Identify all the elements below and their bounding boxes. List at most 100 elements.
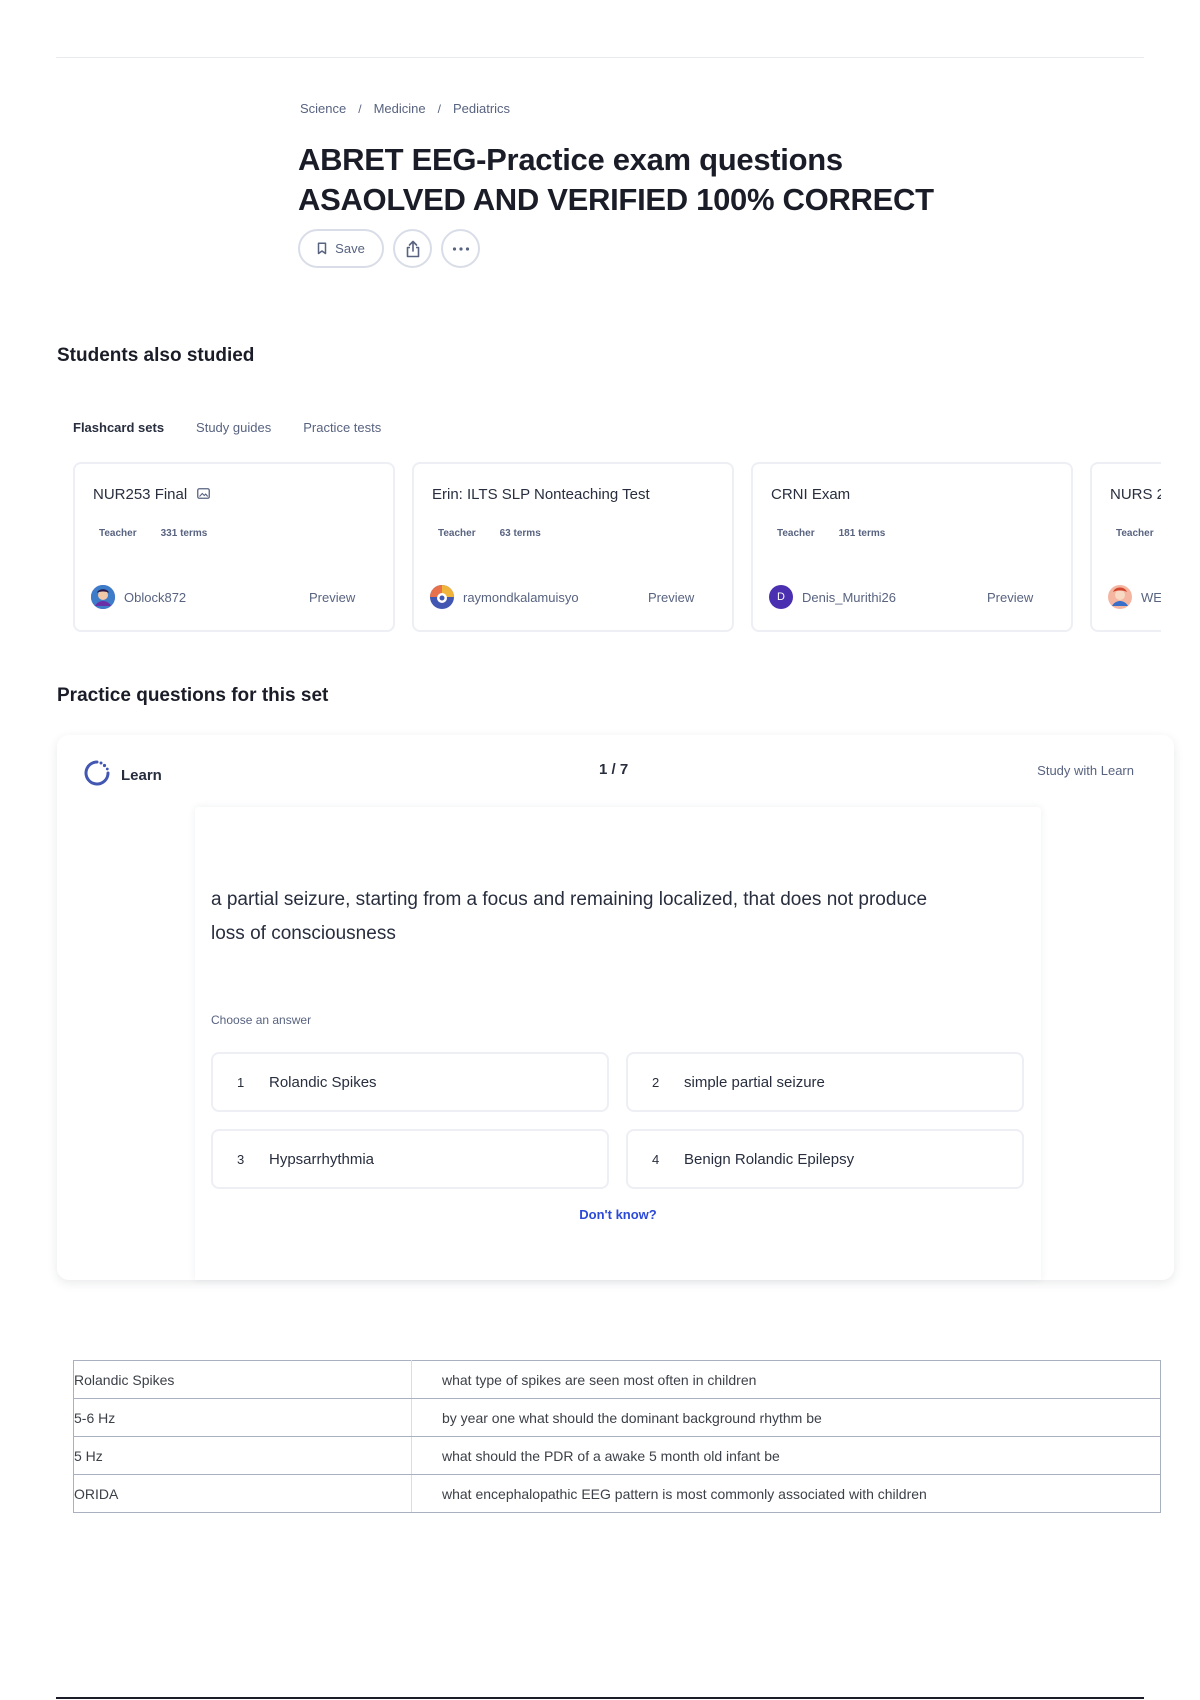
table-row: 5-6 Hz by year one what should the domin… bbox=[73, 1398, 1161, 1437]
card-meta: Teacher 181 terms bbox=[777, 528, 885, 539]
card-title: NURS 2 bbox=[1110, 486, 1161, 503]
answer-option-2[interactable]: 2 simple partial seizure bbox=[626, 1052, 1024, 1112]
card-meta: Teacher 331 terms bbox=[99, 528, 207, 539]
terms-table: Rolandic Spikes what type of spikes are … bbox=[73, 1360, 1161, 1513]
learn-module: Learn 1 / 7 Study with Learn a partial s… bbox=[57, 735, 1174, 1280]
card-title-text: NURS 2 bbox=[1110, 486, 1161, 503]
page-title-line-2: ASAOLVED AND VERIFIED 100% CORRECT bbox=[298, 182, 934, 217]
preview-button[interactable]: Preview bbox=[987, 590, 1033, 605]
breadcrumb-separator: / bbox=[358, 101, 362, 116]
answer-text: Hypsarrhythmia bbox=[269, 1150, 375, 1168]
study-with-learn-link[interactable]: Study with Learn bbox=[1037, 763, 1134, 778]
answer-number: 2 bbox=[652, 1074, 660, 1090]
card-meta: Teacher 63 terms bbox=[438, 528, 541, 539]
breadcrumb-separator: / bbox=[437, 101, 441, 116]
author-name: Oblock872 bbox=[124, 589, 187, 605]
tab-practice-tests[interactable]: Practice tests bbox=[303, 420, 381, 435]
save-button[interactable]: Save bbox=[298, 229, 384, 268]
answer-text: Rolandic Spikes bbox=[269, 1073, 377, 1091]
card-meta: Teacher bbox=[1116, 528, 1154, 539]
term-cell: ORIDA bbox=[73, 1474, 412, 1513]
learn-title: Learn bbox=[121, 766, 162, 784]
question-progress: 1 / 7 bbox=[599, 761, 629, 778]
breadcrumb-medicine[interactable]: Medicine bbox=[374, 101, 426, 116]
tab-study-guides[interactable]: Study guides bbox=[196, 420, 271, 435]
card-author[interactable]: raymondkalamuisyo bbox=[430, 585, 579, 609]
definition-cell: what type of spikes are seen most often … bbox=[411, 1360, 1161, 1399]
preview-button[interactable]: Preview bbox=[309, 590, 355, 605]
answer-number: 4 bbox=[652, 1151, 660, 1167]
more-options-button[interactable] bbox=[441, 229, 480, 268]
share-icon bbox=[405, 240, 421, 258]
choose-answer-label: Choose an answer bbox=[211, 1013, 312, 1027]
card-title-text: Erin: ILTS SLP Nonteaching Test bbox=[432, 486, 650, 503]
table-row: Rolandic Spikes what type of spikes are … bbox=[73, 1360, 1161, 1399]
avatar bbox=[91, 585, 115, 609]
card-title-text: NUR253 Final bbox=[93, 486, 188, 503]
author-name: Denis_Murithi26 bbox=[802, 589, 896, 605]
preview-button[interactable]: Preview bbox=[648, 590, 694, 605]
card-term-count: 331 terms bbox=[160, 528, 208, 539]
answer-option-4[interactable]: 4 Benign Rolandic Epilepsy bbox=[626, 1129, 1024, 1189]
question-prompt: a partial seizure, starting from a focus… bbox=[211, 889, 928, 944]
page-title: ABRET EEG-Practice exam questions ASAOLV… bbox=[298, 140, 998, 220]
card-title: Erin: ILTS SLP Nonteaching Test bbox=[432, 486, 650, 503]
more-icon bbox=[452, 246, 470, 251]
card-role: Teacher bbox=[1116, 528, 1154, 539]
definition-cell: what should the PDR of a awake 5 month o… bbox=[411, 1436, 1161, 1475]
breadcrumb-science[interactable]: Science bbox=[300, 101, 346, 116]
answer-number: 3 bbox=[237, 1151, 245, 1167]
study-set-card[interactable]: NURS 2 Teacher WE bbox=[1090, 462, 1161, 632]
study-set-card[interactable]: NUR253 Final Teacher 331 terms Oblock872… bbox=[73, 462, 395, 632]
card-role: Teacher bbox=[438, 528, 476, 539]
answer-text: simple partial seizure bbox=[684, 1073, 825, 1091]
question-card: a partial seizure, starting from a focus… bbox=[195, 807, 1041, 1280]
practice-questions-heading: Practice questions for this set bbox=[57, 685, 329, 706]
study-set-card[interactable]: CRNI Exam Teacher 181 terms D Denis_Muri… bbox=[751, 462, 1073, 632]
top-divider bbox=[56, 57, 1144, 58]
studied-cards-carousel: NUR253 Final Teacher 331 terms Oblock872… bbox=[73, 462, 1161, 634]
card-title: NUR253 Final bbox=[93, 486, 211, 503]
answer-option-3[interactable]: 3 Hypsarrhythmia bbox=[211, 1129, 609, 1189]
answer-text: Benign Rolandic Epilepsy bbox=[684, 1150, 855, 1168]
card-title: CRNI Exam bbox=[771, 486, 850, 503]
bookmark-icon bbox=[317, 242, 327, 255]
table-row: 5 Hz what should the PDR of a awake 5 mo… bbox=[73, 1436, 1161, 1475]
avatar: D bbox=[769, 585, 793, 609]
table-row: ORIDA what encephalopathic EEG pattern i… bbox=[73, 1474, 1161, 1513]
title-actions: Save bbox=[298, 229, 480, 268]
card-author[interactable]: D Denis_Murithi26 bbox=[769, 585, 896, 609]
save-label: Save bbox=[335, 241, 365, 256]
studied-tabs: Flashcard sets Study guides Practice tes… bbox=[73, 420, 381, 435]
term-cell: 5 Hz bbox=[73, 1436, 412, 1475]
learn-icon bbox=[83, 759, 111, 791]
bottom-divider bbox=[56, 1697, 1144, 1699]
tab-flashcard-sets[interactable]: Flashcard sets bbox=[73, 420, 164, 435]
definition-cell: what encephalopathic EEG pattern is most… bbox=[411, 1474, 1161, 1513]
card-author[interactable]: Oblock872 bbox=[91, 585, 186, 609]
definition-cell: by year one what should the dominant bac… bbox=[411, 1398, 1161, 1437]
breadcrumb: Science / Medicine / Pediatrics bbox=[300, 101, 510, 116]
card-author[interactable]: WE bbox=[1108, 585, 1161, 609]
card-role: Teacher bbox=[99, 528, 137, 539]
term-cell: Rolandic Spikes bbox=[73, 1360, 412, 1399]
avatar bbox=[430, 585, 454, 609]
page-title-line-1: ABRET EEG-Practice exam questions bbox=[298, 142, 843, 177]
term-cell: 5-6 Hz bbox=[73, 1398, 412, 1437]
breadcrumb-pediatrics[interactable]: Pediatrics bbox=[453, 101, 510, 116]
learn-mode-label: Learn bbox=[83, 759, 162, 791]
author-name: raymondkalamuisyo bbox=[463, 589, 579, 605]
study-set-card[interactable]: Erin: ILTS SLP Nonteaching Test Teacher … bbox=[412, 462, 734, 632]
students-also-studied-heading: Students also studied bbox=[57, 345, 255, 366]
image-icon bbox=[197, 486, 211, 503]
avatar bbox=[1108, 585, 1132, 609]
card-term-count: 181 terms bbox=[838, 528, 886, 539]
share-button[interactable] bbox=[393, 229, 432, 268]
dont-know-button[interactable]: Don't know? bbox=[195, 1207, 1041, 1222]
card-term-count: 63 terms bbox=[499, 528, 541, 539]
answer-option-1[interactable]: 1 Rolandic Spikes bbox=[211, 1052, 609, 1112]
card-title-text: CRNI Exam bbox=[771, 486, 851, 503]
card-role: Teacher bbox=[777, 528, 815, 539]
answer-number: 1 bbox=[237, 1074, 245, 1090]
author-name: WE bbox=[1141, 589, 1161, 605]
